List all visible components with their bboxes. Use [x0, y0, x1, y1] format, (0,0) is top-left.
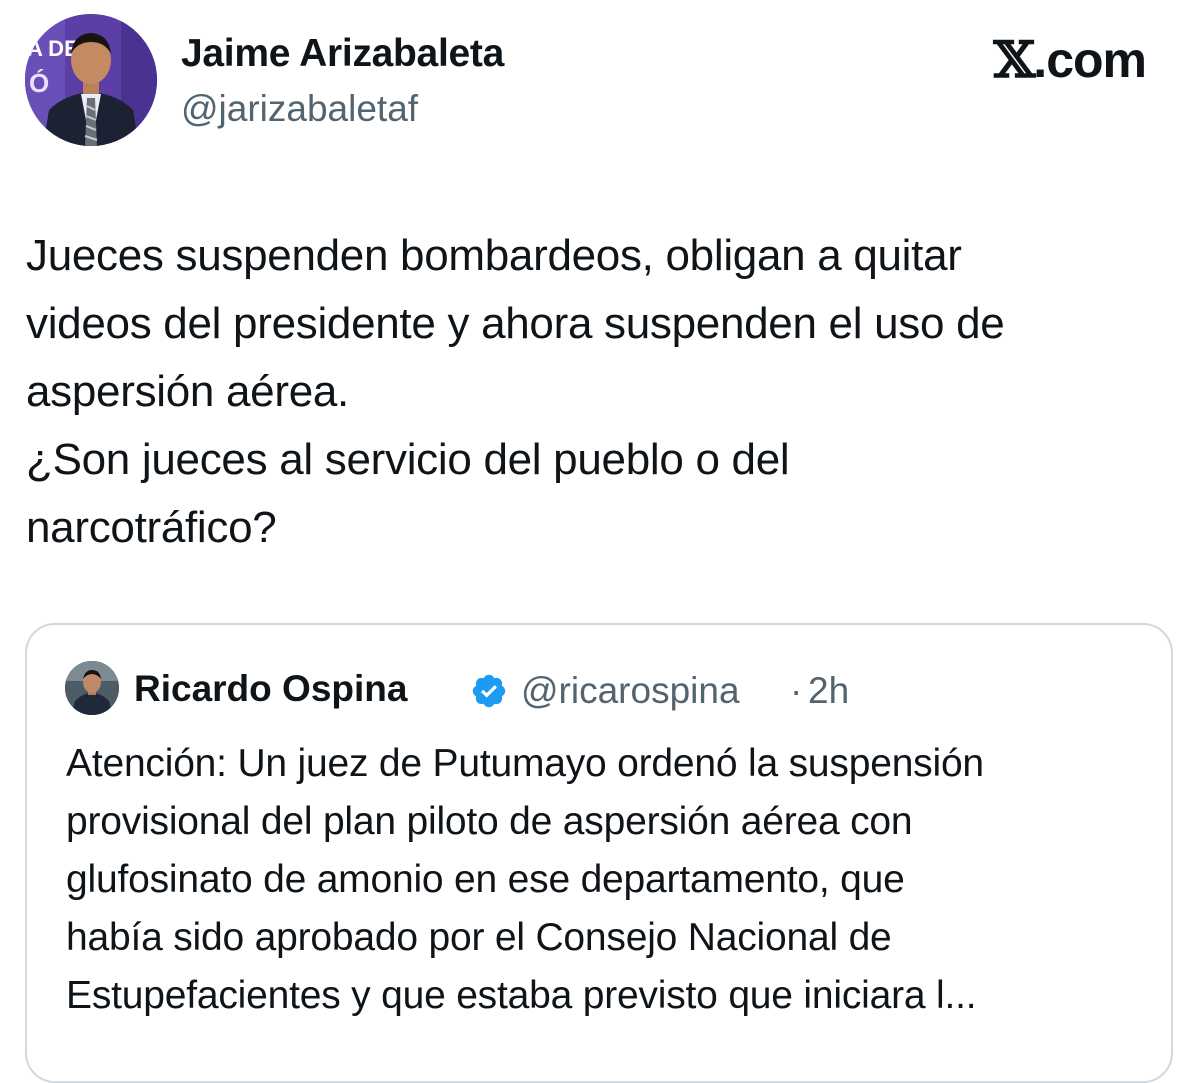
quote-text-line: Atención: Un juez de Putumayo ordenó la … [66, 742, 984, 785]
author-avatar[interactable]: A DE Ó [25, 14, 157, 146]
tweet-text-line: aspersión aérea. [26, 367, 349, 416]
tweet-text-line: ¿Son jueces al servicio del pueblo o del [26, 435, 790, 484]
brand-suffix: .com [1033, 32, 1147, 88]
quote-author-name[interactable]: Ricardo Ospina [134, 668, 407, 710]
tweet-header: A DE Ó Jaime Arizabaleta @jarizabaletaf … [0, 0, 1200, 160]
quote-timestamp[interactable]: 2h [808, 670, 849, 712]
svg-text:Ó: Ó [29, 68, 49, 98]
avatar-background-text: A DE [27, 36, 79, 61]
author-name[interactable]: Jaime Arizabaleta [181, 32, 504, 76]
x-letter: 𝕏 [992, 30, 1035, 89]
tweet-text: Jueces suspenden bombardeos, obligan a q… [26, 222, 1176, 562]
author-handle[interactable]: @jarizabaletaf [181, 88, 418, 130]
tweet-text-line: Jueces suspenden bombardeos, obligan a q… [26, 231, 962, 280]
profile-photo-avatar: A DE Ó [25, 14, 157, 146]
tweet-text-line: videos del presidente y ahora suspenden … [26, 299, 1005, 348]
verified-badge-icon [472, 674, 506, 708]
quote-text-line: provisional del plan piloto de aspersión… [66, 800, 913, 843]
tweet-text-line: narcotráfico? [26, 503, 277, 552]
quote-text-line: glufosinato de amonio en ese departament… [66, 858, 905, 901]
x-logo-icon: 𝕏.com [992, 30, 1147, 89]
quoted-tweet-card[interactable]: Ricardo Ospina @ricarospina · 2h Atenció… [25, 623, 1173, 1083]
quote-text-line: había sido aprobado por el Consejo Nacio… [66, 916, 892, 959]
separator-dot: · [790, 670, 803, 711]
quote-author-avatar[interactable] [65, 661, 119, 715]
quote-profile-photo-avatar [65, 661, 119, 715]
quote-author-handle[interactable]: @ricarospina [521, 670, 740, 712]
quote-text: Atención: Un juez de Putumayo ordenó la … [66, 735, 1166, 1025]
quote-text-line: Estupefacientes y que estaba previsto qu… [66, 974, 977, 1017]
